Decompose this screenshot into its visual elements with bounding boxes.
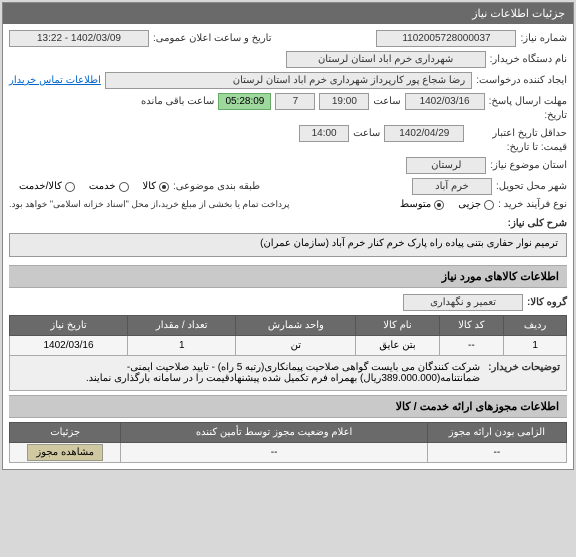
link-buyer-contact[interactable]: اطلاعات تماس خریدار [9, 75, 101, 86]
field-need-no: 1102005728000037 [376, 30, 516, 47]
label-min-credit: حداقل تاریخ اعتبار [492, 128, 567, 139]
field-reply-days: 7 [275, 93, 315, 110]
permits-table: الزامی بودن ارائه مجوز اعلام وضعیت مجوز … [9, 422, 567, 463]
label-city: شهر محل تحویل: [496, 181, 567, 192]
cell-idx: 1 [504, 336, 567, 356]
cell-details: مشاهده مجوز [10, 443, 121, 463]
radio-dot-icon [434, 200, 444, 210]
goods-table: ردیف کد کالا نام کالا واحد شمارش تعداد /… [9, 315, 567, 391]
label-hour2: ساعت [353, 128, 380, 139]
field-request-creator: رضا شجاع پور کارپرداز شهرداری خرم اباد ا… [105, 72, 472, 89]
field-credit-hour: 14:00 [299, 125, 349, 142]
th-code: کد کالا [439, 316, 504, 336]
label-category: طبقه بندی موضوعی: [173, 181, 260, 192]
cell-date: 1402/03/16 [10, 336, 128, 356]
th-idx: ردیف [504, 316, 567, 336]
th-unit: واحد شمارش [236, 316, 356, 336]
label-goods-group: گروه کالا: [527, 297, 567, 308]
radio-dot-icon [65, 182, 75, 192]
label-purchase-type: نوع فرآیند خرید : [498, 199, 567, 210]
cell-status: -- [121, 443, 427, 463]
label-remain: ساعت باقی مانده [141, 96, 214, 107]
radio-goods[interactable]: کالا [143, 181, 170, 192]
th-name: نام کالا [356, 316, 439, 336]
label-province: استان موضوع نیاز: [490, 160, 567, 171]
radio-dot-icon [119, 182, 129, 192]
field-reply-date: 1402/03/16 [405, 93, 485, 110]
field-credit-date: 1402/04/29 [384, 125, 464, 142]
radio-partial[interactable]: جزیی [458, 199, 494, 210]
label-buyer-org: نام دستگاه خریدار: [490, 54, 567, 65]
panel-body: شماره نیاز: 1102005728000037 تاریخ و ساع… [3, 24, 573, 469]
label-price-until: قیمت: تا تاریخ: [507, 142, 567, 153]
section-permits: اطلاعات مجوزهای ارائه خدمت / کالا [9, 395, 567, 418]
radio-goods-service[interactable]: کالا/خدمت [19, 181, 75, 192]
cell-code: -- [439, 336, 504, 356]
th-status: اعلام وضعیت مجوز توسط تأمین کننده [121, 423, 427, 443]
radio-service[interactable]: خدمت [89, 181, 129, 192]
label-request-creator: ایجاد کننده درخواست: [476, 75, 567, 86]
th-mandatory: الزامی بودن ارائه مجوز [427, 423, 566, 443]
cell-unit: تن [236, 336, 356, 356]
radio-dot-icon [159, 182, 169, 192]
table-header-row: الزامی بودن ارائه مجوز اعلام وضعیت مجوز … [10, 423, 567, 443]
field-need-desc: ترمیم نوار حفاری بتنی پیاده راه پارک خرم… [9, 233, 567, 257]
table-row: 1 -- بتن عایق تن 1 1402/03/16 [10, 336, 567, 356]
field-province: لرستان [406, 157, 486, 174]
need-details-panel: جزئیات اطلاعات نیاز شماره نیاز: 11020057… [2, 2, 574, 470]
th-details: جزئیات [10, 423, 121, 443]
label-hour1: ساعت [373, 96, 400, 107]
radio-medium[interactable]: متوسط [400, 199, 444, 210]
label-date: تاریخ: [544, 110, 567, 121]
table-row: -- -- مشاهده مجوز [10, 443, 567, 463]
buyer-notes-text: شرکت کنندگان می بایست گواهی صلاحیت پیمان… [16, 362, 480, 384]
table-header-row: ردیف کد کالا نام کالا واحد شمارش تعداد /… [10, 316, 567, 336]
buyer-notes-row: توضیحات خریدار: شرکت کنندگان می بایست گو… [10, 356, 567, 391]
label-reply-deadline: مهلت ارسال پاسخ: [489, 96, 567, 107]
th-qty: تعداد / مقدار [128, 316, 236, 336]
label-need-no: شماره نیاز: [520, 33, 567, 44]
radio-dot-icon [484, 200, 494, 210]
cell-mandatory: -- [427, 443, 566, 463]
th-date: تاریخ نیاز [10, 316, 128, 336]
label-need-desc: شرح کلی نیاز: [508, 218, 567, 229]
field-reply-hour: 19:00 [319, 93, 369, 110]
label-buyer-notes: توضیحات خریدار: [488, 362, 560, 373]
field-city: خرم آباد [412, 178, 492, 195]
field-goods-group: تعمیر و نگهداری [403, 294, 523, 311]
cell-qty: 1 [128, 336, 236, 356]
payment-note: پرداخت تمام یا بخشی از مبلغ خرید،از محل … [9, 199, 289, 210]
view-permit-button[interactable]: مشاهده مجوز [27, 444, 103, 461]
field-announce-date: 1402/03/09 - 13:22 [9, 30, 149, 47]
field-buyer-org: شهرداری خرم اباد استان لرستان [286, 51, 486, 68]
panel-title: جزئیات اطلاعات نیاز [3, 3, 573, 24]
label-announce-date: تاریخ و ساعت اعلان عمومی: [153, 33, 272, 44]
cell-name: بتن عایق [356, 336, 439, 356]
section-goods-info: اطلاعات کالاهای مورد نیاز [9, 265, 567, 288]
field-remain-time: 05:28:09 [218, 93, 271, 110]
